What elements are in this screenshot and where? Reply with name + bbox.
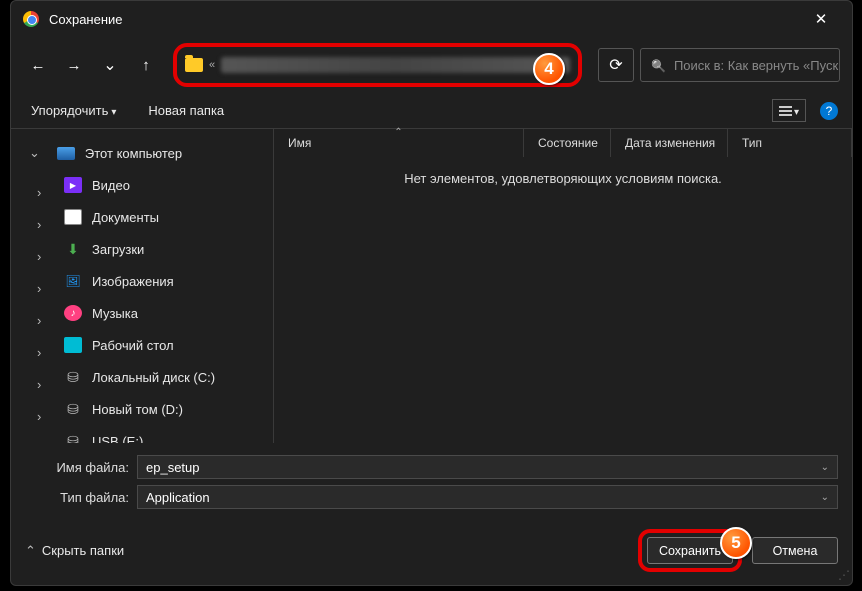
tree-item-icon	[64, 433, 82, 443]
forward-button[interactable]	[59, 50, 89, 80]
new-folder-button[interactable]: Новая папка	[142, 99, 230, 122]
caret-down-icon	[821, 492, 829, 503]
computer-icon	[57, 147, 75, 160]
caret-down-icon	[821, 462, 829, 473]
tree-item-icon	[64, 369, 82, 385]
column-name[interactable]: Имя	[274, 129, 524, 157]
refresh-button[interactable]	[598, 48, 634, 82]
filetype-select[interactable]: Application	[137, 485, 838, 509]
tree-item-label: Локальный диск (C:)	[92, 370, 215, 385]
save-dialog: Сохранение Поиск в: Как вернуть «Пуск...…	[10, 0, 853, 586]
filename-input[interactable]: ep_setup	[137, 455, 838, 479]
caret-down-icon	[111, 103, 116, 118]
tree-item-label: Загрузки	[92, 242, 144, 257]
sidebar: Этот компьютер Видео Документы Загрузки Изо…	[11, 129, 274, 443]
sidebar-item[interactable]: USB (E:)	[11, 425, 273, 443]
sidebar-item[interactable]: Загрузки	[11, 233, 273, 265]
sidebar-item[interactable]: Документы	[11, 201, 273, 233]
back-button[interactable]	[23, 50, 53, 80]
step-badge-4: 4	[533, 53, 565, 85]
tree-item-icon	[64, 177, 82, 193]
tree-item-label: Изображения	[92, 274, 174, 289]
tree-item-label: USB (E:)	[92, 434, 143, 444]
filename-label: Имя файла:	[25, 460, 137, 475]
sort-asc-icon	[394, 127, 402, 138]
file-list-area: Имя Состояние Дата изменения Тип Нет эле…	[274, 129, 852, 443]
app-icon	[23, 11, 39, 27]
filetype-label: Тип файла:	[25, 490, 137, 505]
form-area: Имя файла: ep_setup Тип файла: Applicati…	[11, 443, 852, 509]
main-area: Этот компьютер Видео Документы Загрузки Изо…	[11, 129, 852, 443]
tree-item-label: Документы	[92, 210, 159, 225]
toolbar: Упорядочить Новая папка ?	[11, 93, 852, 129]
tree-item-icon	[64, 241, 82, 257]
step-badge-5: 5	[720, 527, 752, 559]
tree-item-label: Видео	[92, 178, 130, 193]
search-placeholder: Поиск в: Как вернуть «Пуск...	[674, 58, 840, 73]
list-view-icon	[779, 106, 792, 116]
view-options-button[interactable]	[772, 99, 806, 122]
organize-button[interactable]: Упорядочить	[25, 99, 122, 122]
window-title: Сохранение	[49, 12, 123, 27]
search-icon	[651, 58, 666, 73]
search-input[interactable]: Поиск в: Как вернуть «Пуск...	[640, 48, 840, 82]
titlebar: Сохранение	[11, 1, 852, 37]
help-button[interactable]: ?	[820, 102, 838, 120]
tree-item-icon	[64, 305, 82, 321]
column-modified[interactable]: Дата изменения	[611, 129, 728, 157]
tree-item-label: Музыка	[92, 306, 138, 321]
close-icon[interactable]	[800, 4, 842, 34]
column-state[interactable]: Состояние	[524, 129, 611, 157]
column-type[interactable]: Тип	[728, 129, 852, 157]
tree-item-icon	[64, 401, 82, 417]
hide-folders-button[interactable]: Скрыть папки	[25, 543, 124, 559]
sidebar-item[interactable]: Музыка	[11, 297, 273, 329]
nav-bar: Поиск в: Как вернуть «Пуск...	[11, 37, 852, 93]
caret-down-icon	[794, 103, 799, 118]
sidebar-item[interactable]: Изображения	[11, 265, 273, 297]
tree-root-this-pc[interactable]: Этот компьютер	[11, 137, 273, 169]
empty-message: Нет элементов, удовлетворяющих условиям …	[274, 157, 852, 186]
folder-icon	[185, 58, 203, 72]
cancel-button[interactable]: Отмена	[752, 537, 838, 564]
up-button[interactable]	[131, 50, 161, 80]
column-headers: Имя Состояние Дата изменения Тип	[274, 129, 852, 157]
history-dropdown[interactable]	[95, 50, 125, 80]
sidebar-item[interactable]: Новый том (D:)	[11, 393, 273, 425]
sidebar-item[interactable]: Рабочий стол	[11, 329, 273, 361]
tree-item-icon	[64, 209, 82, 225]
address-bar[interactable]	[173, 43, 582, 87]
chevron-left-icon	[209, 59, 215, 71]
caret-down-icon	[29, 145, 47, 161]
address-path-blurred	[221, 57, 570, 73]
resize-grip[interactable]: ⋰	[838, 568, 847, 582]
sidebar-item[interactable]: Видео	[11, 169, 273, 201]
caret-up-icon	[25, 543, 36, 559]
sidebar-item[interactable]: Локальный диск (C:)	[11, 361, 273, 393]
tree-item-label: Новый том (D:)	[92, 402, 183, 417]
tree-item-label: Рабочий стол	[92, 338, 174, 353]
tree-item-icon	[64, 337, 82, 353]
tree-item-icon	[64, 273, 82, 289]
